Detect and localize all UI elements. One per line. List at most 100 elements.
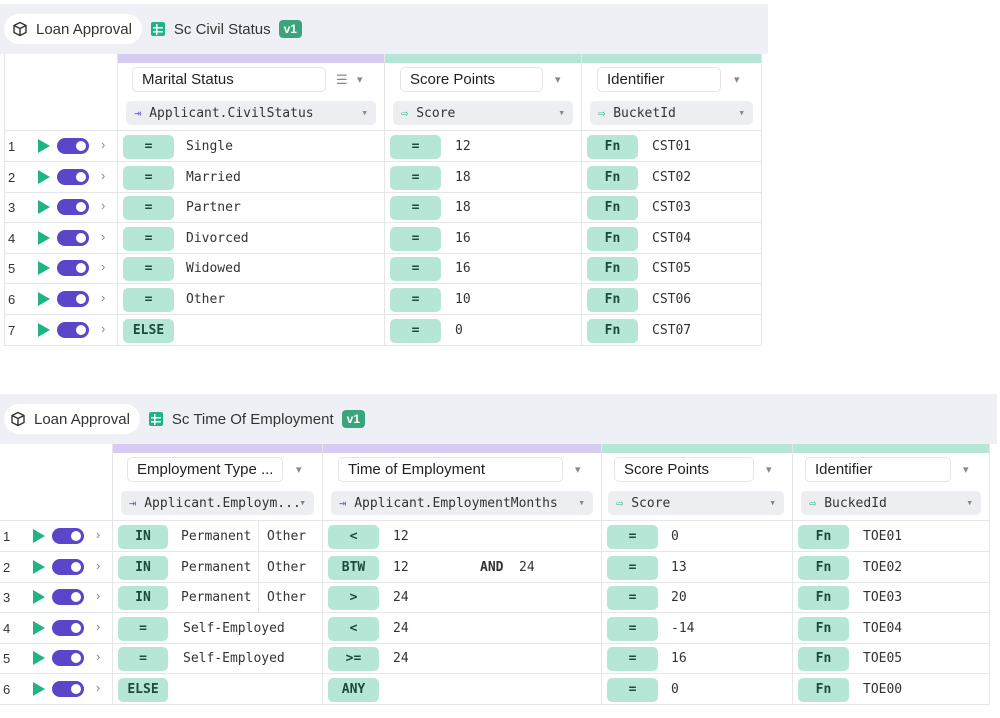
play-icon[interactable] <box>38 200 50 215</box>
identifier-value[interactable]: TOE05 <box>863 651 902 666</box>
operator-chip[interactable]: ELSE <box>118 678 168 702</box>
operator-chip[interactable]: = <box>390 226 441 251</box>
chevron-right-icon[interactable]: › <box>96 619 100 634</box>
chevron-right-icon[interactable]: › <box>101 137 105 152</box>
identifier-value[interactable]: CST04 <box>652 231 691 246</box>
operator-chip[interactable]: = <box>123 226 174 251</box>
operator-chip[interactable]: IN <box>118 586 168 611</box>
identifier-value[interactable]: TOE02 <box>863 560 902 575</box>
column-name-input[interactable]: Marital Status <box>132 67 326 92</box>
function-chip[interactable]: Fn <box>587 165 638 190</box>
operator-chip[interactable]: IN <box>118 525 168 549</box>
column-path-select[interactable]: ⇥ Applicant.CivilStatus ▾ <box>126 101 376 125</box>
operator-chip[interactable]: = <box>607 678 658 702</box>
operator-chip[interactable]: = <box>390 165 441 190</box>
condition-value[interactable]: 12 <box>393 560 409 575</box>
operator-chip[interactable]: < <box>328 525 379 549</box>
condition-value[interactable]: Permanent <box>181 529 251 544</box>
function-chip[interactable]: Fn <box>798 555 849 580</box>
column-path-select[interactable]: ⇨ BucketId ▾ <box>590 101 753 125</box>
identifier-value[interactable]: CST06 <box>652 292 691 307</box>
identifier-value[interactable]: CST07 <box>652 323 691 338</box>
chevron-down-icon[interactable]: ▾ <box>766 463 772 476</box>
play-icon[interactable] <box>33 590 45 605</box>
function-chip[interactable]: Fn <box>587 257 638 282</box>
column-name-input[interactable]: Time of Employment <box>338 457 563 482</box>
chevron-right-icon[interactable]: › <box>96 527 100 542</box>
operator-chip[interactable]: ELSE <box>123 318 174 343</box>
condition-value[interactable]: Widowed <box>186 261 241 276</box>
column-path-select[interactable]: ⇨ Score ▾ <box>608 491 784 515</box>
operator-chip[interactable]: = <box>123 135 174 159</box>
function-chip[interactable]: Fn <box>587 135 638 159</box>
score-value[interactable]: 13 <box>671 560 687 575</box>
score-value[interactable]: 16 <box>455 231 471 246</box>
play-icon[interactable] <box>33 620 45 635</box>
column-name-input[interactable]: Score Points <box>400 67 543 92</box>
chevron-right-icon[interactable]: › <box>101 321 105 336</box>
score-value[interactable]: 0 <box>455 323 463 338</box>
identifier-value[interactable]: CST05 <box>652 261 691 276</box>
row-enabled-toggle[interactable] <box>52 558 84 575</box>
condition-value[interactable]: Other <box>267 590 306 605</box>
function-chip[interactable]: Fn <box>587 226 638 251</box>
row-enabled-toggle[interactable] <box>52 589 84 606</box>
chevron-down-icon[interactable]: ▾ <box>555 73 561 86</box>
operator-chip[interactable]: = <box>607 555 658 580</box>
identifier-value[interactable]: CST03 <box>652 200 691 215</box>
play-icon[interactable] <box>33 559 45 574</box>
function-chip[interactable]: Fn <box>798 586 849 611</box>
condition-value[interactable]: Permanent <box>181 560 251 575</box>
condition-value[interactable]: Self-Employed <box>183 621 285 636</box>
table2-table-crumb[interactable]: Sc Time Of Employment v1 <box>148 410 365 428</box>
condition-value[interactable]: Permanent <box>181 590 251 605</box>
chevron-right-icon[interactable]: › <box>96 680 100 695</box>
condition-value[interactable]: Married <box>186 170 241 185</box>
condition-value[interactable]: 24 <box>519 560 535 575</box>
score-value[interactable]: 18 <box>455 170 471 185</box>
operator-chip[interactable]: >= <box>328 647 379 672</box>
identifier-value[interactable]: CST02 <box>652 170 691 185</box>
condition-value[interactable]: 24 <box>393 621 409 636</box>
operator-chip[interactable]: = <box>390 135 441 159</box>
score-value[interactable]: 12 <box>455 139 471 154</box>
operator-chip[interactable]: < <box>328 616 379 641</box>
score-value[interactable]: -14 <box>671 621 694 636</box>
identifier-value[interactable]: CST01 <box>652 139 691 154</box>
condition-value[interactable]: Other <box>267 560 306 575</box>
play-icon[interactable] <box>38 139 50 153</box>
operator-chip[interactable]: ANY <box>328 678 379 702</box>
row-enabled-toggle[interactable] <box>52 528 84 544</box>
score-value[interactable]: 20 <box>671 590 687 605</box>
identifier-value[interactable]: TOE03 <box>863 590 902 605</box>
function-chip[interactable]: Fn <box>587 318 638 343</box>
condition-value[interactable]: Self-Employed <box>183 651 285 666</box>
operator-chip[interactable]: = <box>123 288 174 312</box>
play-icon[interactable] <box>38 322 50 337</box>
row-enabled-toggle[interactable] <box>57 199 89 216</box>
table1-table-crumb[interactable]: Sc Civil Status v1 <box>150 20 302 38</box>
row-enabled-toggle[interactable] <box>52 681 84 697</box>
operator-chip[interactable]: = <box>390 288 441 312</box>
play-icon[interactable] <box>38 292 50 306</box>
function-chip[interactable]: Fn <box>798 616 849 641</box>
column-path-select[interactable]: ⇥ Applicant.EmploymentMonths ▾ <box>331 491 593 515</box>
chevron-down-icon[interactable]: ▾ <box>357 73 363 86</box>
operator-chip[interactable]: = <box>123 257 174 282</box>
table2-project-crumb[interactable]: Loan Approval <box>4 404 140 434</box>
row-enabled-toggle[interactable] <box>57 138 89 154</box>
row-enabled-toggle[interactable] <box>52 619 84 636</box>
play-icon[interactable] <box>38 230 50 245</box>
condition-value[interactable]: Partner <box>186 200 241 215</box>
score-value[interactable]: 0 <box>671 682 679 697</box>
column-name-input[interactable]: Identifier <box>597 67 721 92</box>
function-chip[interactable]: Fn <box>798 525 849 549</box>
row-enabled-toggle[interactable] <box>52 650 84 667</box>
chevron-right-icon[interactable]: › <box>101 290 105 305</box>
play-icon[interactable] <box>33 529 45 543</box>
score-value[interactable]: 18 <box>455 200 471 215</box>
operator-chip[interactable]: = <box>118 647 168 672</box>
operator-chip[interactable]: = <box>123 196 174 221</box>
condition-value[interactable]: Single <box>186 139 233 154</box>
function-chip[interactable]: Fn <box>798 647 849 672</box>
